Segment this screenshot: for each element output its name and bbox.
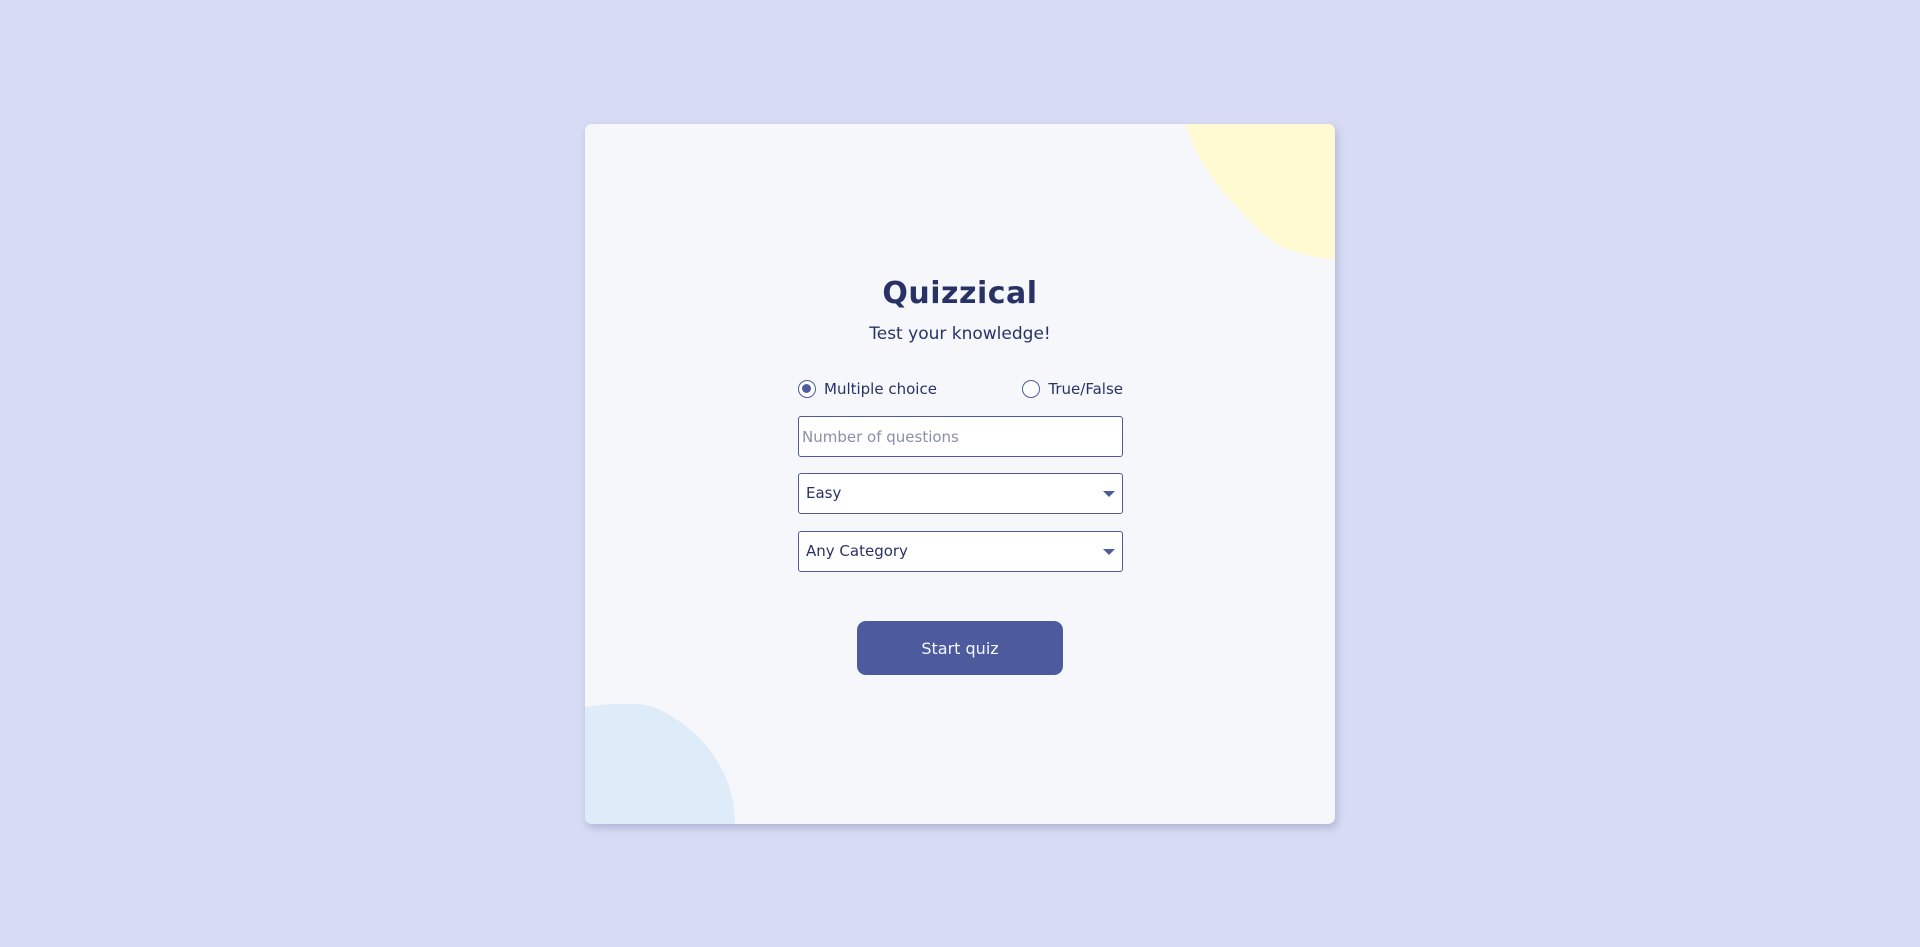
difficulty-select[interactable]: Easy <box>798 473 1123 514</box>
category-select[interactable]: Any Category <box>798 531 1123 572</box>
difficulty-selected-value: Easy <box>806 484 842 502</box>
caret-down-icon <box>1103 549 1115 555</box>
radio-label-true-false: True/False <box>1048 380 1123 398</box>
radio-label-multiple-choice: Multiple choice <box>824 380 937 398</box>
app-title: Quizzical <box>882 276 1038 311</box>
app-subtitle: Test your knowledge! <box>869 324 1051 344</box>
category-selected-value: Any Category <box>806 542 908 560</box>
radio-true-false[interactable]: True/False <box>1022 380 1123 398</box>
blue-blob-decoration <box>585 704 735 824</box>
radio-multiple-choice[interactable]: Multiple choice <box>798 380 937 398</box>
quiz-setup-card: Quizzical Test your knowledge! Multiple … <box>585 124 1335 824</box>
start-quiz-button[interactable]: Start quiz <box>857 621 1063 675</box>
number-of-questions-input[interactable] <box>799 417 1122 456</box>
caret-down-icon <box>1103 491 1115 497</box>
radio-unchecked-icon[interactable] <box>1022 380 1041 398</box>
question-type-radio-group: Multiple choice True/False <box>798 380 1123 402</box>
yellow-blob-decoration <box>1185 124 1335 259</box>
number-of-questions-field <box>798 416 1123 457</box>
radio-checked-icon[interactable] <box>798 380 816 398</box>
